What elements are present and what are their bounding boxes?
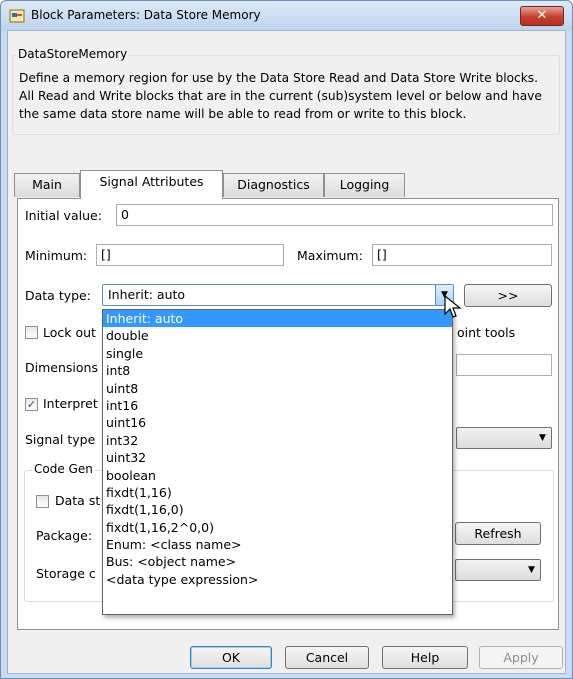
data-type-assistant-button[interactable]: >> — [464, 284, 552, 307]
initial-value-field[interactable]: 0 — [116, 204, 553, 226]
tab-logging-label: Logging — [339, 177, 390, 192]
dropdown-option[interactable]: uint16 — [103, 414, 452, 431]
close-button[interactable]: ✕ — [520, 6, 564, 26]
dimensions-label: Dimensions — [25, 360, 98, 375]
tab-diagnostics[interactable]: Diagnostics — [223, 173, 324, 197]
storage-class-select[interactable]: ▼ — [455, 559, 541, 581]
initial-value-label: Initial value: — [25, 208, 102, 223]
refresh-button[interactable]: Refresh — [455, 522, 541, 545]
dropdown-option[interactable]: int16 — [103, 397, 452, 414]
tab-main-label: Main — [32, 177, 62, 192]
data-type-label: Data type: — [25, 288, 91, 303]
signal-type-label: Signal type — [25, 432, 96, 447]
dropdown-option[interactable]: fixdt(1,16) — [103, 484, 452, 501]
dropdown-option[interactable]: int8 — [103, 362, 452, 379]
tab-logging[interactable]: Logging — [324, 173, 405, 197]
minimum-label: Minimum: — [25, 248, 88, 263]
simulink-block-icon — [9, 9, 25, 23]
dropdown-option[interactable]: <data type expression> — [103, 571, 452, 588]
chevron-down-icon[interactable]: ▼ — [534, 428, 551, 448]
dropdown-option[interactable]: boolean — [103, 467, 452, 484]
data-type-value: Inherit: auto — [108, 287, 186, 302]
tab-signal-attributes[interactable]: Signal Attributes — [80, 170, 223, 199]
signal-type-select[interactable]: ▼ — [456, 427, 552, 449]
tab-signal-attributes-label: Signal Attributes — [99, 174, 204, 189]
window-title: Block Parameters: Data Store Memory — [31, 8, 261, 22]
data-store-checkbox[interactable] — [36, 495, 49, 508]
dropdown-option[interactable]: uint32 — [103, 449, 452, 466]
minimum-field[interactable]: [] — [96, 244, 284, 266]
chevron-down-icon[interactable]: ▼ — [523, 560, 540, 580]
group-legend: DataStoreMemory — [16, 47, 130, 61]
lock-output-label: Lock out — [43, 325, 96, 340]
maximum-label: Maximum: — [297, 248, 363, 263]
lock-output-checkbox[interactable] — [25, 326, 38, 339]
help-button[interactable]: Help — [382, 646, 468, 669]
ok-button[interactable]: OK — [190, 646, 272, 669]
storage-class-label: Storage c — [36, 566, 96, 581]
code-generation-legend: Code Gen — [32, 462, 95, 476]
title-bar[interactable]: Block Parameters: Data Store Memory ✕ — [1, 1, 572, 31]
data-type-dropdown-list[interactable]: Inherit: auto double single int8 uint8 i… — [102, 309, 453, 615]
dropdown-option[interactable]: Bus: <object name> — [103, 553, 452, 570]
mouse-pointer-icon — [444, 294, 462, 318]
package-label: Package: — [36, 528, 93, 543]
dropdown-option[interactable]: fixdt(1,16,2^0,0) — [103, 519, 452, 536]
apply-button[interactable]: Apply — [479, 646, 563, 669]
tab-diagnostics-label: Diagnostics — [237, 177, 310, 192]
dropdown-option[interactable]: Enum: <class name> — [103, 536, 452, 553]
dropdown-option[interactable]: uint8 — [103, 380, 452, 397]
maximum-field[interactable]: [] — [372, 244, 552, 266]
dropdown-option[interactable]: double — [103, 327, 452, 344]
tab-main[interactable]: Main — [14, 173, 80, 197]
interpret-checkbox[interactable]: ✓ — [25, 398, 38, 411]
cancel-button[interactable]: Cancel — [285, 646, 369, 669]
dropdown-option[interactable]: fixdt(1,16,0) — [103, 501, 452, 518]
block-description: Define a memory region for use by the Da… — [19, 71, 542, 121]
close-icon: ✕ — [536, 8, 548, 23]
interpret-label: Interpret — [43, 396, 98, 411]
dropdown-option[interactable]: single — [103, 345, 452, 362]
dropdown-option[interactable]: Inherit: auto — [103, 310, 452, 328]
dimensions-field[interactable] — [456, 354, 552, 376]
data-type-select[interactable]: Inherit: auto ▼ — [102, 284, 454, 306]
dropdown-option[interactable]: int32 — [103, 432, 452, 449]
data-store-label: Data st — [55, 493, 101, 508]
lock-output-label-tail: oint tools — [457, 325, 516, 340]
